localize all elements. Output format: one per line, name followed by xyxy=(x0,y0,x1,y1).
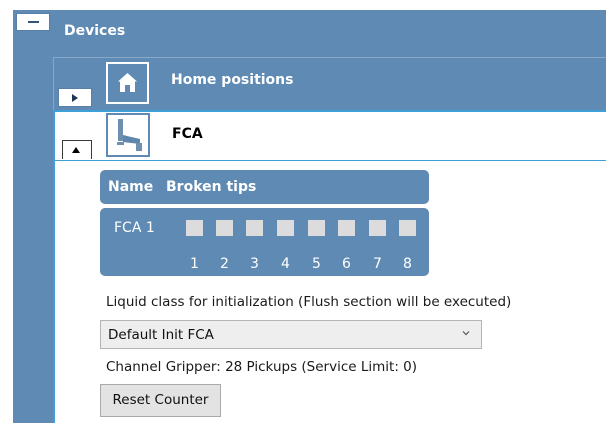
tip-checkbox-2[interactable] xyxy=(216,220,233,236)
fca-icon-box xyxy=(106,113,150,157)
channel-number-8: 8 xyxy=(403,256,412,272)
channel-number-6: 6 xyxy=(342,256,351,272)
channel-number-3: 3 xyxy=(250,256,259,272)
home-positions-label: Home positions xyxy=(171,72,294,88)
chevron-down-icon xyxy=(462,331,470,336)
triangle-up-icon xyxy=(72,147,80,153)
column-header-broken-tips: Broken tips xyxy=(166,179,257,195)
fca-collapse-button[interactable] xyxy=(62,140,92,159)
devices-title: Devices xyxy=(64,23,126,39)
minus-icon xyxy=(28,21,39,23)
fca-header-divider xyxy=(53,160,606,161)
liquid-class-label: Liquid class for initialization (Flush s… xyxy=(106,294,512,310)
devices-collapse-button[interactable] xyxy=(16,13,50,31)
tip-checkbox-4[interactable] xyxy=(277,220,294,236)
fca-arm-icon xyxy=(117,119,142,151)
reset-counter-button[interactable]: Reset Counter xyxy=(100,384,221,417)
channel-gripper-status: Channel Gripper: 28 Pickups (Service Lim… xyxy=(106,359,418,375)
home-positions-expand-button[interactable] xyxy=(58,88,92,107)
liquid-class-selected-value: Default Init FCA xyxy=(108,327,214,343)
triangle-right-icon xyxy=(72,94,78,102)
channel-number-2: 2 xyxy=(220,256,229,272)
column-header-name: Name xyxy=(108,179,154,195)
home-icon xyxy=(118,73,137,92)
tip-checkbox-3[interactable] xyxy=(246,220,263,236)
channel-number-1: 1 xyxy=(190,256,199,272)
tip-checkbox-6[interactable] xyxy=(338,220,355,236)
home-positions-icon-box xyxy=(106,62,149,104)
channel-number-5: 5 xyxy=(312,256,321,272)
tip-checkbox-8[interactable] xyxy=(399,220,416,236)
tip-checkbox-7[interactable] xyxy=(369,220,386,236)
row-name-fca-1: FCA 1 xyxy=(114,220,155,236)
tip-checkbox-5[interactable] xyxy=(308,220,325,236)
tip-checkbox-1[interactable] xyxy=(186,220,203,236)
liquid-class-dropdown[interactable]: Default Init FCA xyxy=(100,320,482,349)
channel-number-4: 4 xyxy=(281,256,290,272)
fca-label: FCA xyxy=(172,126,203,142)
channel-number-7: 7 xyxy=(373,256,382,272)
